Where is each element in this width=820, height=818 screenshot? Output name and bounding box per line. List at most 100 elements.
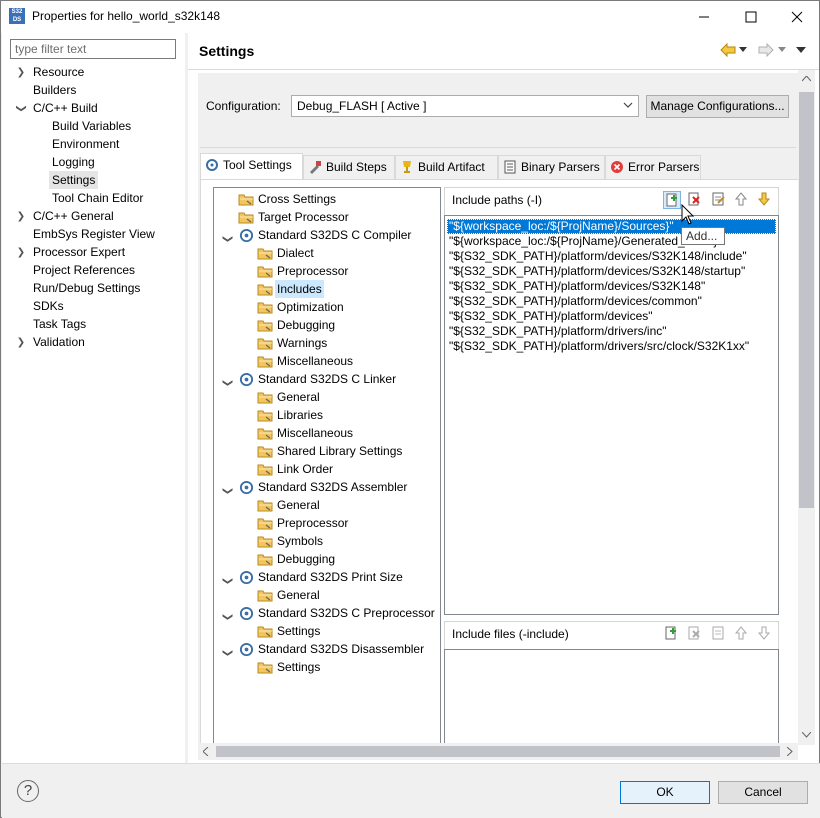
- tab-tool-settings-label: Tool Settings: [223, 158, 292, 172]
- include-path-row[interactable]: "${S32_SDK_PATH}/platform/devices": [447, 309, 655, 324]
- tab-tool-settings[interactable]: Tool Settings: [200, 153, 303, 180]
- tree-item-standard-s32ds-c-compiler[interactable]: ❯ Standard S32DS C Compiler: [214, 226, 440, 244]
- tree-item-standard-s32ds-print-size[interactable]: ❯ Standard S32DS Print Size: [214, 568, 440, 586]
- tree-item-symbols[interactable]: Symbols: [214, 532, 440, 550]
- settings-folder-icon: [257, 408, 273, 422]
- file-move-up-button[interactable]: [733, 625, 751, 643]
- back-dropdown-icon[interactable]: [739, 47, 747, 53]
- tree-item-debugging[interactable]: Debugging: [214, 550, 440, 568]
- nav-item-logging[interactable]: Logging: [52, 153, 95, 171]
- expand-resource-icon[interactable]: ❯: [16, 67, 26, 78]
- nav-item-build-variables[interactable]: Build Variables: [52, 117, 131, 135]
- tree-item-standard-s32ds-c-preprocessor[interactable]: ❯ Standard S32DS C Preprocessor: [214, 604, 440, 622]
- tree-item-standard-s32ds-assembler[interactable]: ❯ Standard S32DS Assembler: [214, 478, 440, 496]
- horizontal-scroll-thumb[interactable]: [216, 746, 780, 757]
- nav-item-embsys-register-view[interactable]: EmbSys Register View: [33, 225, 155, 243]
- expand-c-general-icon[interactable]: ❯: [16, 211, 26, 222]
- tree-item-preprocessor[interactable]: Preprocessor: [214, 262, 440, 280]
- close-button[interactable]: [774, 1, 820, 32]
- ok-button[interactable]: OK: [620, 781, 710, 804]
- vertical-scrollbar[interactable]: [798, 70, 815, 745]
- tree-item-warnings[interactable]: Warnings: [214, 334, 440, 352]
- include-paths-list[interactable]: "${workspace_loc:/${ProjName}/Sources}" …: [444, 215, 779, 615]
- tree-item-miscellaneous[interactable]: Miscellaneous: [214, 352, 440, 370]
- include-path-row[interactable]: "${S32_SDK_PATH}/platform/devices/S32K14…: [447, 249, 749, 264]
- tree-item-cross-settings[interactable]: Cross Settings: [214, 190, 440, 208]
- nav-item-c-cpp-build[interactable]: C/C++ Build: [33, 99, 98, 117]
- nav-item-tool-chain-editor[interactable]: Tool Chain Editor: [52, 189, 143, 207]
- tab-build-steps[interactable]: Build Steps: [303, 155, 395, 179]
- include-path-row[interactable]: "${S32_SDK_PATH}/platform/drivers/src/cl…: [447, 339, 751, 354]
- help-button[interactable]: ?: [17, 780, 39, 802]
- add-file-button[interactable]: [663, 625, 681, 643]
- tree-item-general[interactable]: General: [214, 496, 440, 514]
- view-menu-icon[interactable]: [796, 47, 806, 54]
- include-path-row[interactable]: "${S32_SDK_PATH}/platform/devices/common…: [447, 294, 704, 309]
- include-path-row[interactable]: "${workspace_loc:/${ProjName}/Sources}": [447, 219, 776, 234]
- tree-item-debugging[interactable]: Debugging: [214, 316, 440, 334]
- collapse-icon[interactable]: ❯: [218, 576, 236, 586]
- tab-error-parsers[interactable]: Error Parsers: [605, 155, 701, 179]
- nav-item-resource[interactable]: Resource: [33, 63, 84, 81]
- expand-validation-icon[interactable]: ❯: [16, 337, 26, 348]
- nav-item-processor-expert[interactable]: Processor Expert: [33, 243, 125, 261]
- edit-file-button[interactable]: [710, 625, 728, 643]
- tree-item-standard-s32ds-disassembler[interactable]: ❯ Standard S32DS Disassembler: [214, 640, 440, 658]
- tree-item-target-processor[interactable]: Target Processor: [214, 208, 440, 226]
- minimize-button[interactable]: [681, 1, 727, 32]
- collapse-icon[interactable]: ❯: [218, 486, 236, 496]
- tree-item-settings[interactable]: Settings: [214, 622, 440, 640]
- include-path-row[interactable]: "${S32_SDK_PATH}/platform/drivers/inc": [447, 324, 669, 339]
- delete-file-button[interactable]: [686, 625, 704, 643]
- tree-item-shared-library-settings[interactable]: Shared Library Settings: [214, 442, 440, 460]
- vertical-scroll-thumb[interactable]: [799, 92, 814, 508]
- move-down-button[interactable]: [756, 191, 774, 209]
- nav-item-validation[interactable]: Validation: [33, 333, 85, 351]
- nav-item-project-references[interactable]: Project References: [33, 261, 135, 279]
- maximize-button[interactable]: [728, 1, 774, 32]
- collapse-icon[interactable]: ❯: [218, 234, 236, 244]
- expand-processor-expert-icon[interactable]: ❯: [16, 247, 26, 258]
- nav-item-run-debug-settings[interactable]: Run/Debug Settings: [33, 279, 140, 297]
- cancel-button[interactable]: Cancel: [718, 781, 808, 804]
- manage-configurations-button[interactable]: Manage Configurations...: [646, 95, 789, 118]
- include-path-row[interactable]: "${S32_SDK_PATH}/platform/devices/S32K14…: [447, 279, 707, 294]
- nav-item-sdks[interactable]: SDKs: [33, 297, 64, 315]
- tree-item-standard-s32ds-c-linker[interactable]: ❯ Standard S32DS C Linker: [214, 370, 440, 388]
- back-arrow-icon[interactable]: [720, 43, 736, 57]
- tab-build-artifact[interactable]: Build Artifact: [395, 155, 498, 179]
- edit-path-button[interactable]: [710, 191, 728, 209]
- tree-item-libraries[interactable]: Libraries: [214, 406, 440, 424]
- tree-item-link-order[interactable]: Link Order: [214, 460, 440, 478]
- nav-item-environment[interactable]: Environment: [52, 135, 119, 153]
- file-move-down-button[interactable]: [756, 625, 774, 643]
- move-up-button[interactable]: [733, 191, 751, 209]
- tree-item-optimization[interactable]: Optimization: [214, 298, 440, 316]
- tree-item-label: Standard S32DS C Linker: [258, 372, 397, 386]
- forward-dropdown-icon[interactable]: [778, 47, 786, 53]
- forward-arrow-icon[interactable]: [758, 43, 774, 57]
- collapse-c-build-icon[interactable]: ❯: [16, 104, 27, 114]
- collapse-icon[interactable]: ❯: [218, 378, 236, 388]
- configuration-combo[interactable]: Debug_FLASH [ Active ]: [291, 95, 639, 117]
- tree-item-dialect[interactable]: Dialect: [214, 244, 440, 262]
- filter-input[interactable]: type filter text: [10, 39, 176, 59]
- nav-item-settings[interactable]: Settings: [49, 171, 99, 189]
- horizontal-scrollbar[interactable]: [198, 743, 798, 760]
- tab-binary-parsers[interactable]: Binary Parsers: [498, 155, 605, 179]
- collapse-icon[interactable]: ❯: [218, 648, 236, 658]
- include-files-list[interactable]: [444, 649, 779, 745]
- include-path-row[interactable]: "${S32_SDK_PATH}/platform/devices/S32K14…: [447, 264, 747, 279]
- tree-item-general[interactable]: General: [214, 388, 440, 406]
- settings-folder-icon: [257, 264, 273, 278]
- tree-item-includes[interactable]: Includes: [214, 280, 440, 298]
- nav-item-c-cpp-general[interactable]: C/C++ General: [33, 207, 114, 225]
- nav-item-builders[interactable]: Builders: [33, 81, 76, 99]
- tree-item-preprocessor[interactable]: Preprocessor: [214, 514, 440, 532]
- collapse-icon[interactable]: ❯: [218, 612, 236, 622]
- nav-item-task-tags[interactable]: Task Tags: [33, 315, 86, 333]
- add-path-button[interactable]: [663, 191, 681, 209]
- tree-item-settings[interactable]: Settings: [214, 658, 440, 676]
- tree-item-miscellaneous[interactable]: Miscellaneous: [214, 424, 440, 442]
- tree-item-general[interactable]: General: [214, 586, 440, 604]
